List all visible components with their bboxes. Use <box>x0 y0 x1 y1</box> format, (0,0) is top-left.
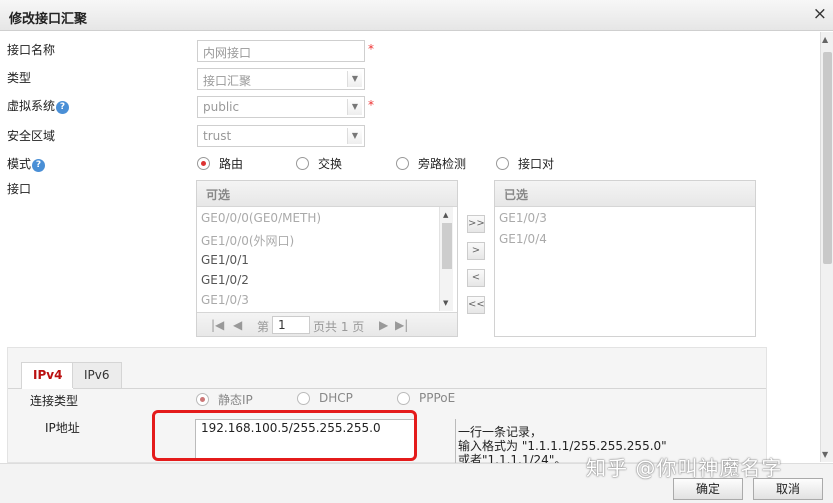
type-value: 接口汇聚 <box>203 74 252 88</box>
ip-hint-line: 或者"1.1.1.1/24"。 <box>458 453 567 463</box>
scroll-up-icon[interactable]: ▲ <box>443 211 448 219</box>
next-page-icon[interactable]: ▶ <box>379 318 388 332</box>
ip-address-label: IP地址 <box>45 421 80 435</box>
remove-button[interactable]: < <box>467 269 485 287</box>
prev-page-icon[interactable]: ◀ <box>233 318 242 332</box>
selected-header: 已选 <box>495 181 755 207</box>
conn-radio-static[interactable]: 静态IP <box>196 391 253 408</box>
dialog-title: 修改接口汇聚 <box>9 12 88 27</box>
interface-label: 接口 <box>7 182 32 196</box>
mode-option-label: 交换 <box>318 157 343 171</box>
tab-ipv6[interactable]: IPv6 <box>72 362 122 388</box>
watermark-text: 知乎 @你叫神魔名字 <box>586 456 783 480</box>
list-item[interactable]: GE1/0/0(外网口) <box>201 232 294 249</box>
mode-option-label: 旁路检测 <box>418 157 467 171</box>
help-icon[interactable]: ? <box>56 101 70 114</box>
zone-value: trust <box>203 129 232 143</box>
conn-option-label: 静态IP <box>218 393 253 407</box>
tab-divider <box>8 388 766 389</box>
list-pager: |◀ ◀ 第 1 页共 1 页 ▶ ▶| <box>197 312 457 336</box>
type-label: 类型 <box>7 71 32 85</box>
required-mark: * <box>368 98 374 112</box>
tab-ipv4[interactable]: IPv4 <box>21 362 75 389</box>
mode-option-label: 接口对 <box>518 157 555 171</box>
chevron-down-icon: ▼ <box>347 99 362 115</box>
vsys-value: public <box>203 100 240 114</box>
required-mark: * <box>368 42 374 56</box>
scroll-thumb[interactable] <box>823 52 832 264</box>
first-page-icon[interactable]: |◀ <box>211 318 224 332</box>
mode-radio-bypass[interactable]: 旁路检测 <box>396 155 466 172</box>
available-list: 可选 GE0/0/0(GE0/METH) GE1/0/0(外网口) GE1/0/… <box>196 180 458 337</box>
list-item[interactable]: GE0/0/0(GE0/METH) <box>201 211 321 225</box>
list-item[interactable]: GE1/0/1 <box>201 253 249 267</box>
edit-aggregate-dialog: 修改接口汇聚 × ▲ ▼ 接口名称 内网接口 * 类型 接口汇聚 ▼ 虚拟系统?… <box>0 0 833 503</box>
conn-option-label: DHCP <box>319 391 353 405</box>
list-item[interactable]: GE1/0/2 <box>201 273 249 287</box>
conn-radio-dhcp[interactable]: DHCP <box>297 391 353 405</box>
mode-label: 模式? <box>7 155 46 172</box>
highlight-annotation <box>152 410 417 461</box>
cancel-button[interactable]: 取消 <box>753 478 823 500</box>
conn-radio-pppoe[interactable]: PPPoE <box>397 391 455 405</box>
mode-label-text: 模式 <box>7 157 32 171</box>
hint-divider <box>455 419 456 463</box>
mode-radio-pair[interactable]: 接口对 <box>496 155 554 172</box>
mode-radio-route[interactable]: 路由 <box>197 155 243 172</box>
add-button[interactable]: > <box>467 242 485 260</box>
ok-button[interactable]: 确定 <box>673 478 743 500</box>
vsys-label-text: 虚拟系统 <box>7 99 56 113</box>
radio-icon <box>296 157 309 170</box>
radio-checked-icon <box>196 393 209 406</box>
radio-icon <box>496 157 509 170</box>
scroll-down-icon[interactable]: ▼ <box>822 450 828 459</box>
radio-icon <box>297 391 310 405</box>
vsys-select[interactable]: public ▼ <box>197 96 365 118</box>
close-icon[interactable]: × <box>813 5 827 23</box>
chevron-down-icon: ▼ <box>347 71 362 87</box>
help-icon[interactable]: ? <box>32 159 46 172</box>
radio-checked-icon <box>197 157 210 170</box>
list-item[interactable]: GE1/0/4 <box>499 232 547 246</box>
page-number-input[interactable]: 1 <box>272 316 310 334</box>
name-input[interactable]: 内网接口 <box>197 40 365 62</box>
conn-type-label: 连接类型 <box>30 394 79 408</box>
mode-radio-switch[interactable]: 交换 <box>296 155 342 172</box>
page-suffix: 页共 1 页 <box>313 320 365 334</box>
dialog-scrollbar[interactable]: ▲ ▼ <box>820 32 833 462</box>
available-header: 可选 <box>197 181 457 207</box>
radio-icon <box>396 157 409 170</box>
zone-label: 安全区域 <box>7 129 56 143</box>
scroll-thumb[interactable] <box>442 223 452 269</box>
type-select[interactable]: 接口汇聚 ▼ <box>197 68 365 90</box>
selected-list: 已选 GE1/0/3 GE1/0/4 <box>494 180 756 337</box>
radio-icon <box>397 391 410 405</box>
scroll-up-icon[interactable]: ▲ <box>822 35 828 44</box>
list-item[interactable]: GE1/0/3 <box>499 211 547 225</box>
mode-option-label: 路由 <box>219 157 244 171</box>
remove-all-button[interactable]: << <box>467 296 485 314</box>
conn-option-label: PPPoE <box>419 391 456 405</box>
page-prefix: 第 <box>257 320 270 334</box>
add-all-button[interactable]: >> <box>467 215 485 233</box>
zone-select[interactable]: trust ▼ <box>197 125 365 147</box>
dialog-titlebar: 修改接口汇聚 × <box>0 0 833 31</box>
name-label: 接口名称 <box>7 43 56 57</box>
chevron-down-icon: ▼ <box>347 128 362 144</box>
scroll-down-icon[interactable]: ▼ <box>443 299 448 307</box>
list-item[interactable]: GE1/0/3 <box>201 293 249 307</box>
vsys-label: 虚拟系统? <box>7 97 70 114</box>
last-page-icon[interactable]: ▶| <box>395 318 408 332</box>
list-scrollbar[interactable]: ▲ ▼ <box>439 207 453 311</box>
